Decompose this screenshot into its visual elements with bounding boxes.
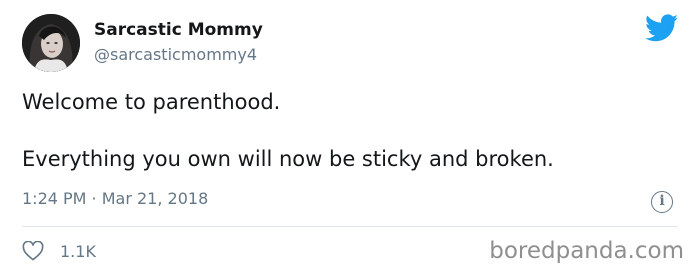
avatar[interactable]	[22, 14, 80, 72]
twitter-bird-icon[interactable]	[645, 14, 678, 42]
tweet-timestamp[interactable]: 1:24 PM · Mar 21, 2018	[22, 189, 208, 208]
display-name[interactable]: Sarcastic Mommy	[94, 20, 263, 40]
avatar-photo	[22, 14, 80, 72]
tweet-text-line: Welcome to parenthood.	[22, 90, 281, 114]
heart-icon[interactable]	[22, 241, 44, 261]
like-count: 1.1K	[60, 242, 96, 261]
tweet-card: Sarcastic Mommy @sarcasticmommy4 Welcome…	[0, 0, 700, 280]
info-icon[interactable]: i	[651, 191, 673, 213]
watermark: boredpanda.com	[489, 238, 684, 264]
tweet-text-line: Everything you own will now be sticky an…	[22, 147, 554, 171]
divider	[22, 226, 678, 227]
user-handle[interactable]: @sarcasticmommy4	[94, 45, 257, 64]
